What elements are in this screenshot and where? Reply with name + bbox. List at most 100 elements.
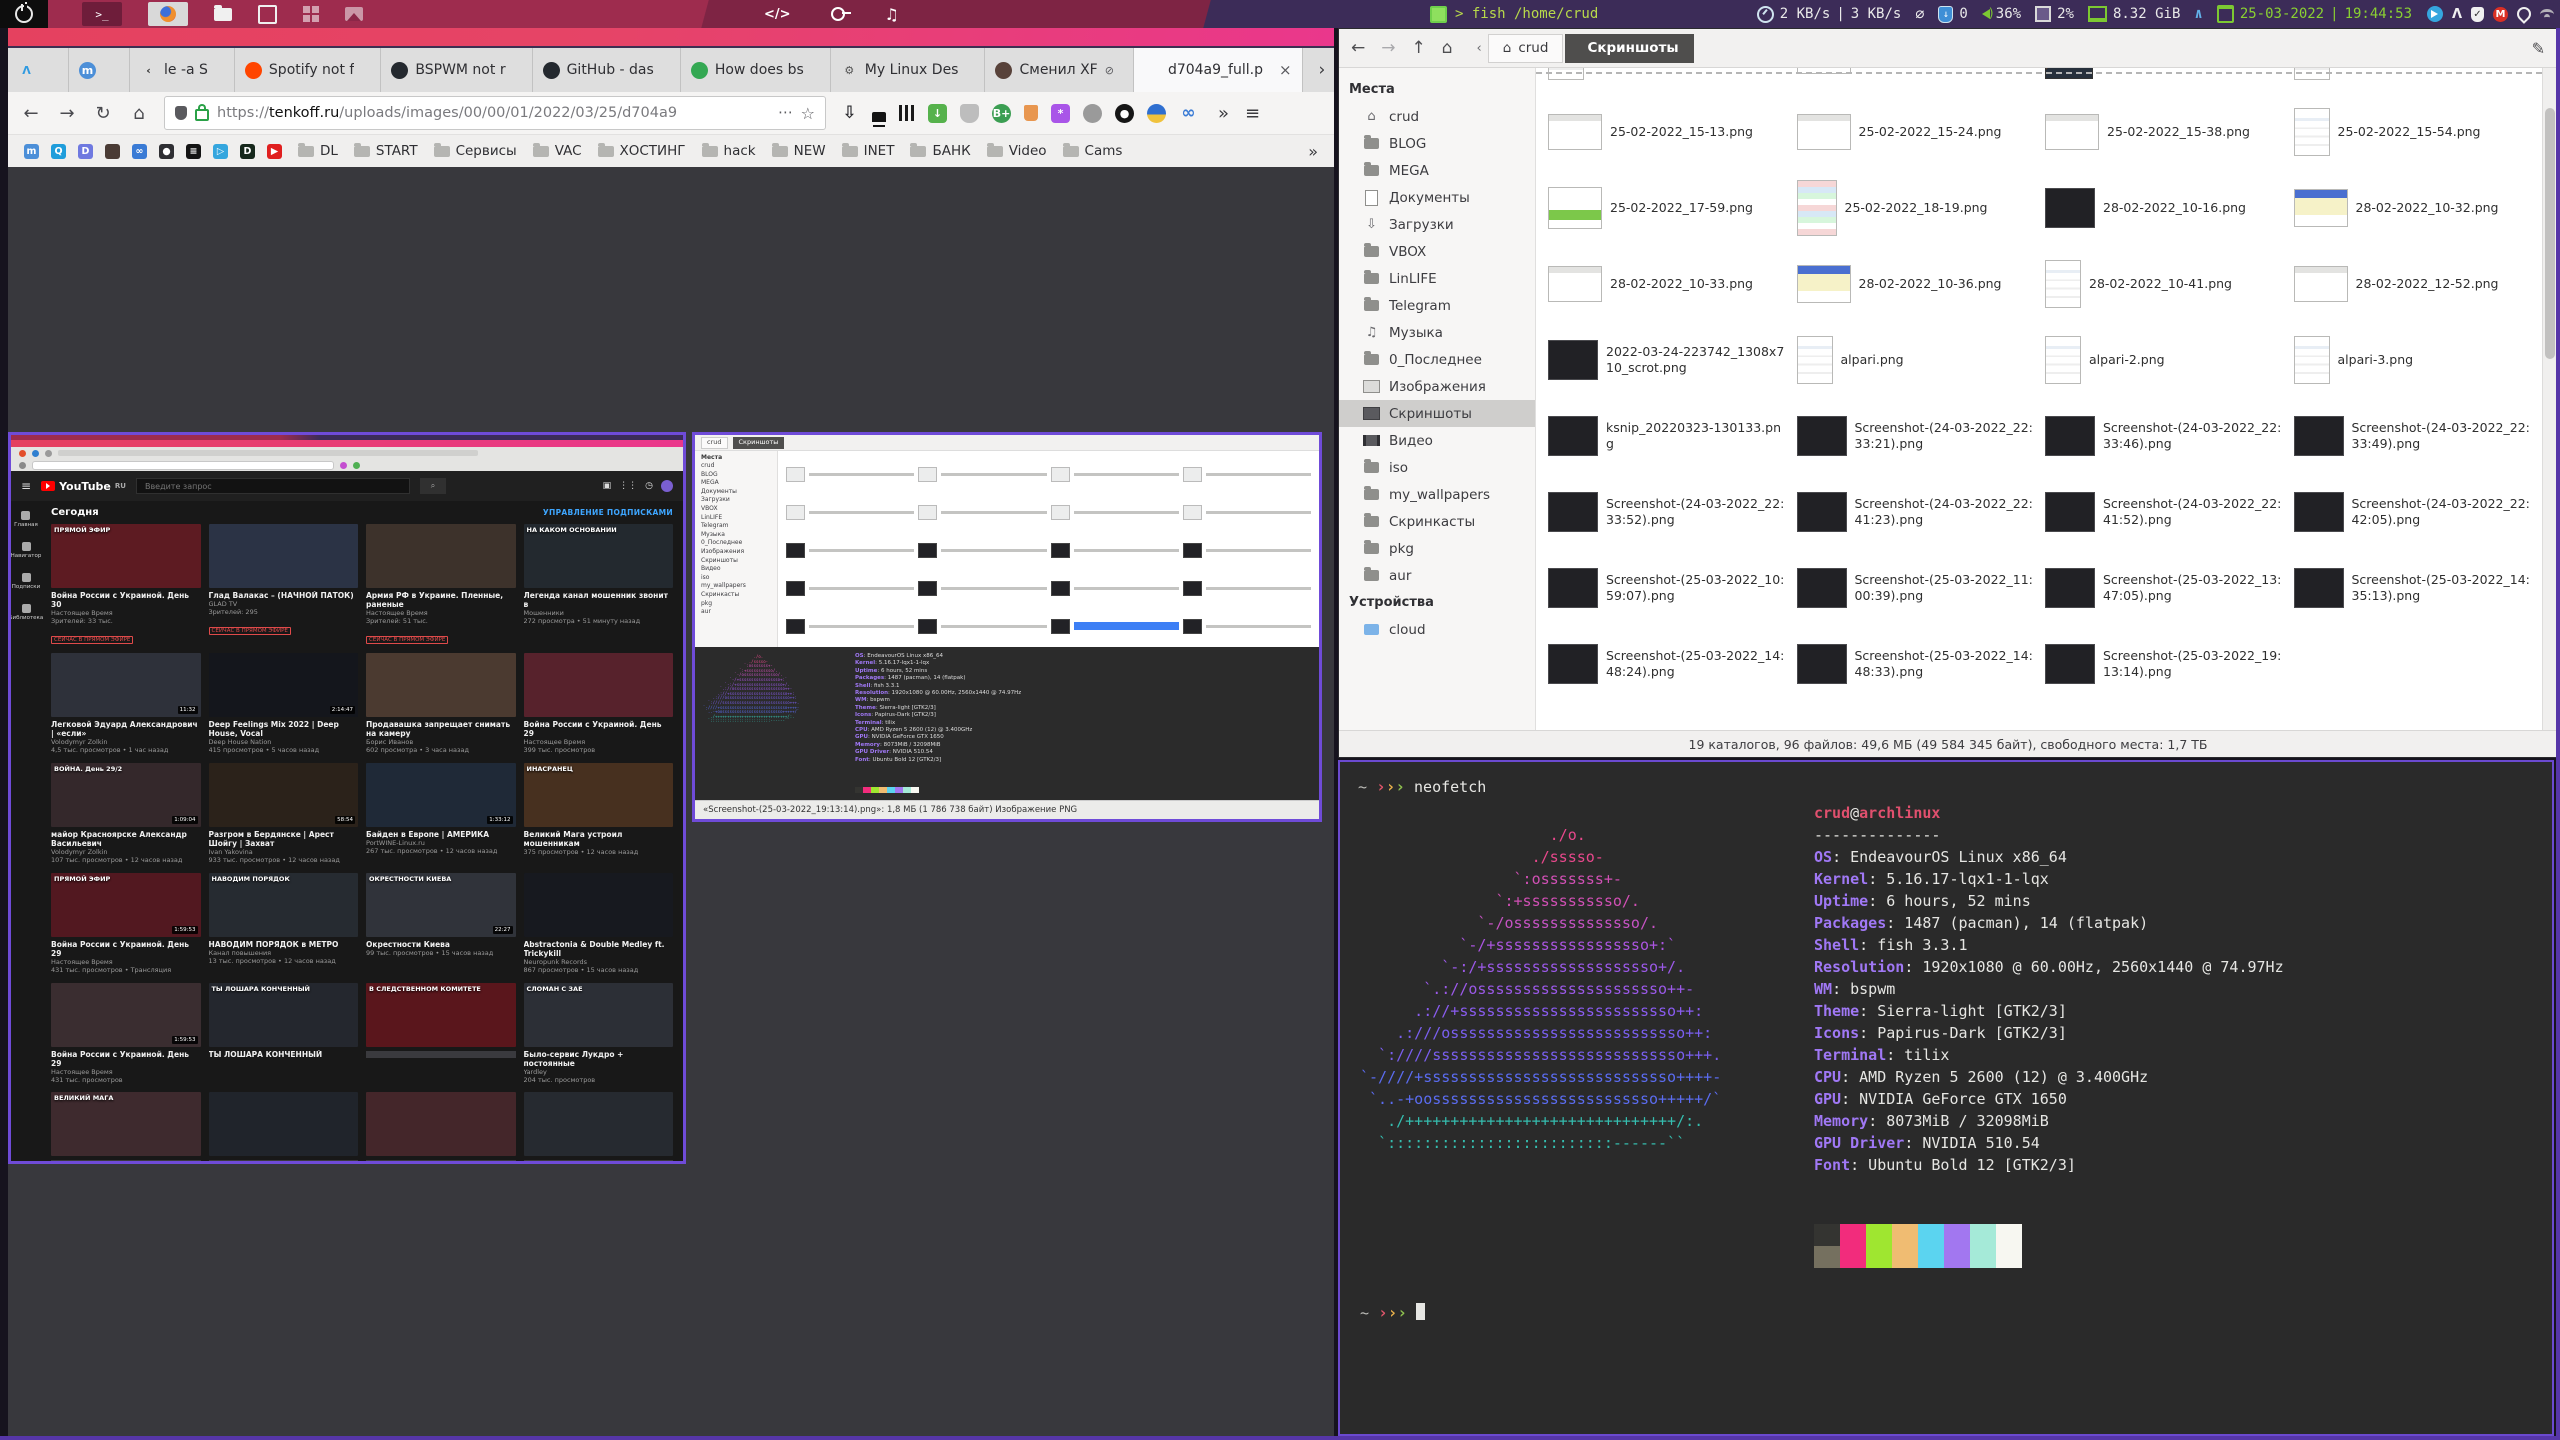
file-item[interactable]: Screenshot-(25-03-2022_14:48:33).png	[1791, 626, 2040, 702]
reload-button[interactable]: ↻	[92, 103, 114, 124]
file-item[interactable]: 28-02-2022_10-16.png	[2039, 170, 2288, 246]
fm-tab[interactable]: ⌂ crud	[1488, 34, 1564, 63]
file-item[interactable]: Screenshot-(24-03-2022_22:33:46).png	[2039, 398, 2288, 474]
sidebar-place-item[interactable]: MEGA	[1339, 157, 1535, 184]
file-item[interactable]: 25-02-2022_15-38.png	[2039, 94, 2288, 170]
workspace-grid[interactable]	[303, 0, 319, 28]
location-pin-icon[interactable]	[2514, 4, 2534, 24]
clock-module[interactable]: 25-03-2022 | 19:44:53	[2217, 5, 2412, 23]
fm-scrollbar-thumb[interactable]	[2545, 108, 2555, 360]
bookmark-icon[interactable]	[105, 144, 120, 159]
file-item[interactable]: alpari-3.png	[2288, 322, 2537, 398]
network-module[interactable]: 2 KB/s | 3 KB/s	[1757, 6, 1902, 23]
file-item[interactable]: Screenshot-(25-03-2022_11:00:39).png	[1791, 550, 2040, 626]
browser-tab[interactable]: Λ	[8, 48, 69, 92]
workspace-files[interactable]	[214, 0, 232, 28]
video-card[interactable]: ВЕЛИКИЙ МАГА СЕЙЧАС В ПРЯМОМ ЭФИРЕ	[51, 1092, 201, 1161]
bookmark-item[interactable]: DL	[298, 143, 338, 159]
notifications-icon[interactable]: ◷	[645, 481, 653, 491]
sidebar-place-item[interactable]: my_wallpapers	[1339, 481, 1535, 508]
video-card[interactable]: НА КАКОМ ОСНОВАНИИ Легенда канал мошенни…	[524, 524, 674, 645]
image-viewer-youtube-window[interactable]: ≡ YouTubeRU ⌕ ▣ ⋮⋮ ◷ Главная Навигатор П…	[8, 432, 686, 1164]
bookmark-item[interactable]: hack	[702, 143, 756, 159]
extension-icon[interactable]	[1147, 104, 1166, 123]
cpu-module[interactable]: 2%	[2035, 6, 2074, 22]
edit-path-icon[interactable]: ✎	[2532, 39, 2545, 58]
sidebar-place-item[interactable]: Скринкасты	[1339, 508, 1535, 535]
chevron-up-icon[interactable]: ∧	[2194, 6, 2202, 22]
menu-icon[interactable]: ≡	[21, 479, 31, 493]
bookmark-icon[interactable]: ●	[159, 144, 174, 159]
avatar[interactable]	[661, 480, 673, 492]
video-card[interactable]: Глад Валакас – (НАЧНОЙ ПАТОК) GLAD TV Зр…	[209, 524, 359, 645]
bookmark-item[interactable]: ХОСТИНГ	[598, 143, 686, 159]
telegram-tray-icon[interactable]	[2427, 6, 2443, 22]
video-card[interactable]: 1:59:53 Война России с Украиной. День 29…	[51, 983, 201, 1085]
extension-icon[interactable]	[872, 112, 886, 122]
fm-back-button[interactable]: ←	[1351, 38, 1365, 58]
sidebar-place-item[interactable]: BLOG	[1339, 130, 1535, 157]
extension-icon[interactable]	[899, 105, 915, 121]
sidebar-place-item[interactable]: ⌂ crud	[1339, 103, 1535, 130]
file-item[interactable]: 2022-03-24-223742_1308x710_scrot.png	[1542, 322, 1791, 398]
file-item[interactable]: 25-02-2022_15-24.png	[1791, 94, 2040, 170]
bookmark-item[interactable]: NEW	[772, 143, 826, 159]
file-item[interactable]: Screenshot-(24-03-2022_22:33:49).png	[2288, 398, 2537, 474]
youtube-search-input[interactable]	[136, 478, 410, 494]
volume-module[interactable]: 36%	[1982, 6, 2021, 22]
bookmark-icon[interactable]: D	[78, 144, 93, 159]
browser-tab[interactable]: ⚙ My Linux Des	[831, 48, 986, 92]
sidebar-place-item[interactable]: VBOX	[1339, 238, 1535, 265]
youtube-logo[interactable]: YouTubeRU	[41, 480, 126, 493]
extension-icon[interactable]: B+	[992, 104, 1011, 123]
browser-tab[interactable]: d704a9_full.p ×	[1134, 48, 1303, 92]
file-item[interactable]: 28-02-2022_10-41.png	[2039, 246, 2288, 322]
video-card[interactable]: Продавашка запрещает снимать на камеру Б…	[366, 653, 516, 755]
file-item[interactable]: 25-02-2022_15-54.png	[2288, 94, 2537, 170]
sidebar-place-item[interactable]: pkg	[1339, 535, 1535, 562]
video-card[interactable]: ИНАСРАНЕЦ Великий Мага устроил мошенника…	[524, 763, 674, 865]
video-card[interactable]: 1:33:12 Байден в Европе | АМЕРИКА PortWI…	[366, 763, 516, 865]
file-item[interactable]: 28-02-2022_10-36.png	[1791, 246, 2040, 322]
fm-tab-scroll-icon[interactable]: ‹	[1477, 41, 1482, 56]
file-item[interactable]: Screenshot-(25-03-2022_14:35:13).png	[2288, 550, 2537, 626]
extension-icon[interactable]	[960, 104, 979, 123]
forward-button[interactable]: →	[56, 103, 78, 124]
video-card[interactable]: 58:54 Разгром в Бердянске | Арест Шойгу …	[209, 763, 359, 865]
rail-item[interactable]: Подписки	[12, 573, 40, 590]
file-item[interactable]: Screenshot-(24-03-2022_22:33:21).png	[1791, 398, 2040, 474]
file-item[interactable]: 28-02-2022_12-52.png	[2288, 246, 2537, 322]
shield-check-tray-icon[interactable]: ✓	[2471, 7, 2484, 22]
bookmark-item[interactable]: Сервисы	[434, 143, 517, 159]
file-item[interactable]: alpari-2.png	[2039, 322, 2288, 398]
sidebar-place-item[interactable]: Скриншоты	[1339, 400, 1535, 427]
file-item[interactable]: Screenshot-(25-03-2022_14:48:24).png	[1542, 626, 1791, 702]
file-item[interactable]: Screenshot-(25-03-2022_19:13:14).png	[2039, 626, 2288, 702]
video-card[interactable]: В СЛЕДСТВЕННОМ КОМИТЕТЕ СЕЙЧАС В ПРЯМОМ …	[366, 983, 516, 1085]
apps-icon[interactable]: ⋮⋮	[619, 481, 637, 491]
bookmark-item[interactable]: Video	[987, 143, 1047, 159]
bookmark-icon[interactable]: m	[24, 144, 39, 159]
browser-tab[interactable]: Сменил XF ⊘	[985, 48, 1133, 92]
keyboard-layout-icon[interactable]: Λ	[2452, 7, 2462, 22]
file-item[interactable]: 25-02-2022_15-13.png	[1542, 94, 1791, 170]
dnd-icon[interactable]: ∅	[1915, 5, 1924, 23]
video-card[interactable]: Война России с Украиной. День 29 Настоящ…	[524, 653, 674, 755]
bookmark-icon[interactable]: D	[240, 144, 255, 159]
fm-scrollbar[interactable]	[2542, 68, 2557, 730]
file-item[interactable]: 25-02-2022_17-59.png	[1542, 170, 1791, 246]
video-card[interactable]: СЕЙЧАС В ПРЯМОМ ЭФИРЕ	[524, 1092, 674, 1161]
bookmark-item[interactable]: Cams	[1063, 143, 1123, 159]
extension-icon[interactable]: ∞	[1179, 104, 1198, 123]
bookmark-star-icon[interactable]: ☆	[801, 104, 815, 123]
sidebar-place-item[interactable]: iso	[1339, 454, 1535, 481]
browser-tab[interactable]: GitHub - das	[533, 48, 681, 92]
browser-tab[interactable]: Spotify not f	[235, 48, 381, 92]
fm-tab[interactable]: Скриншоты	[1565, 34, 1693, 63]
video-card[interactable]: СЕЙЧАС В ПРЯМОМ ЭФИРЕ	[366, 1092, 516, 1161]
sidebar-place-item[interactable]: ♫ Музыка	[1339, 319, 1535, 346]
video-card[interactable]: СЛОМАН С ЗАЕ Было-сервис Лукдро + постоя…	[524, 983, 674, 1085]
overflow-menu-icon[interactable]: »	[1218, 103, 1229, 124]
bookmark-item[interactable]: VAC	[533, 143, 582, 159]
video-card[interactable]: 11:32 Легковой Эдуард Александрович | «е…	[51, 653, 201, 755]
